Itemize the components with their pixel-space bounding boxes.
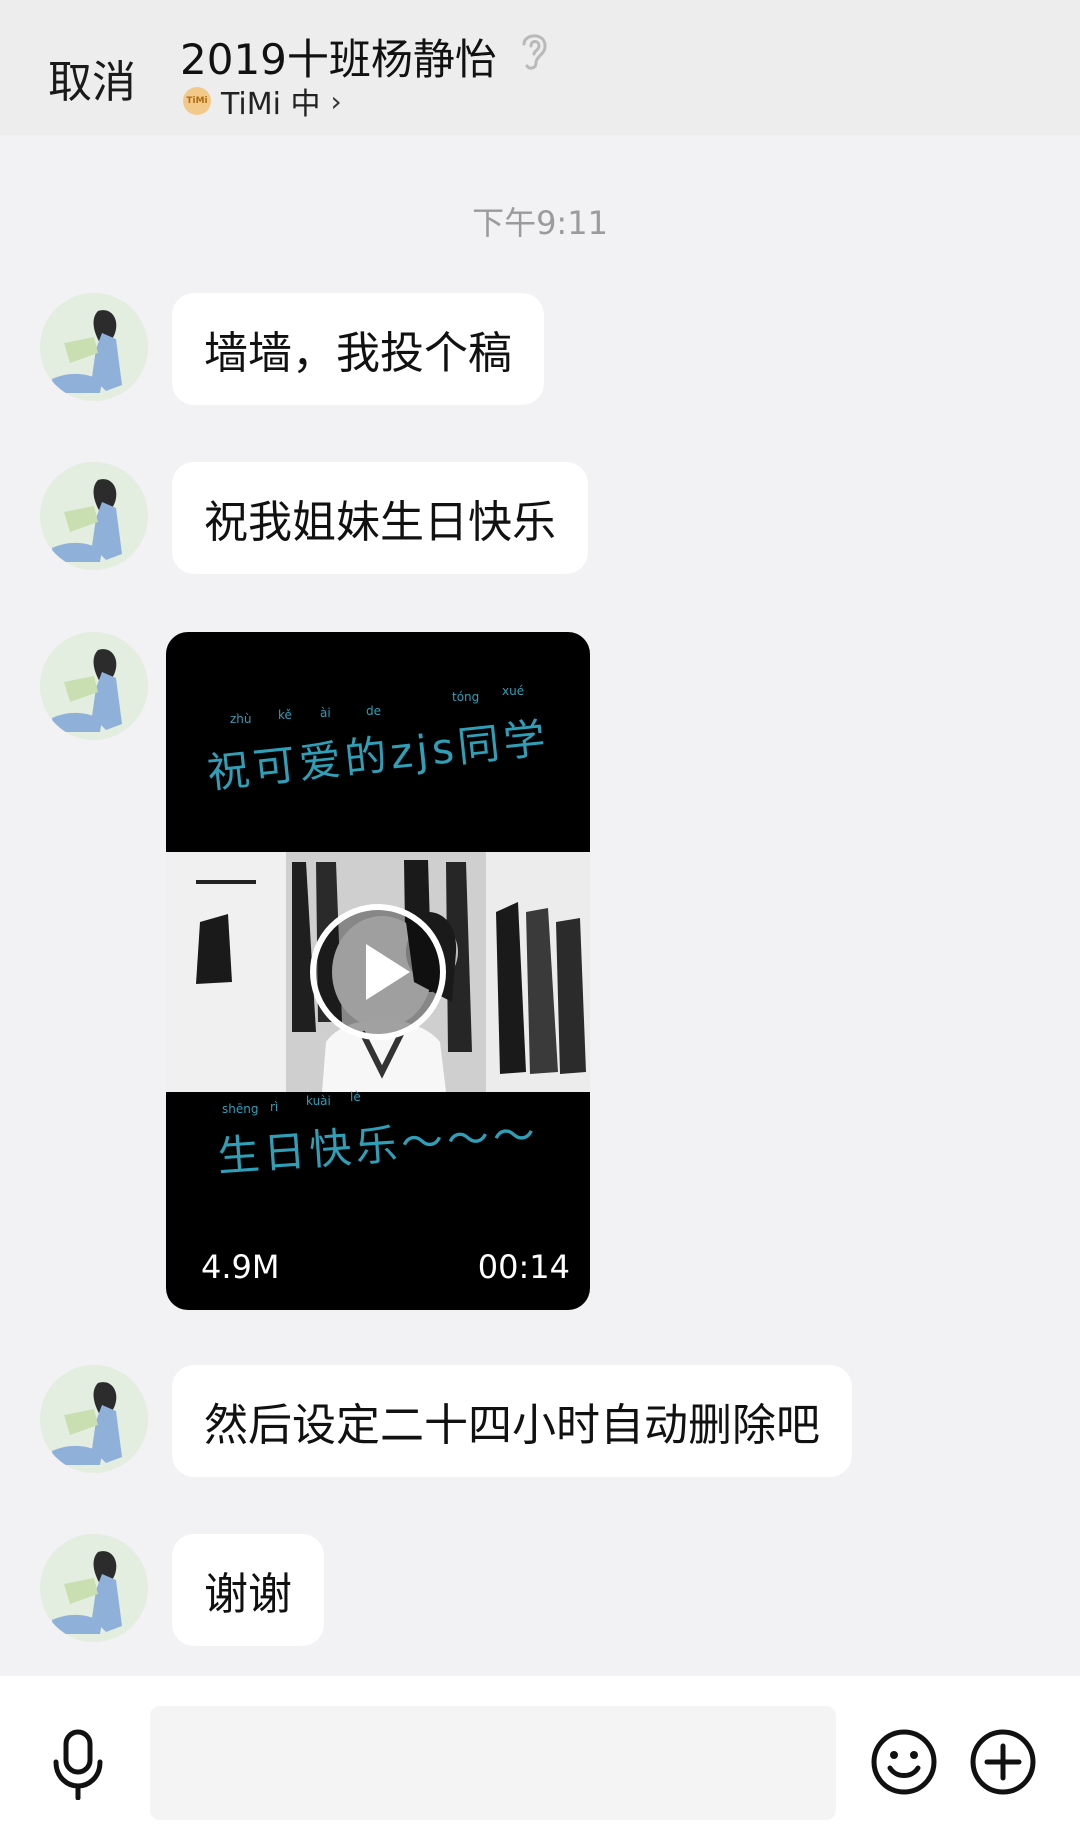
play-icon bbox=[366, 944, 410, 1000]
text-message-bubble[interactable]: 祝我姐妹生日快乐 bbox=[172, 462, 588, 574]
pinyin-label: rì bbox=[270, 1100, 279, 1114]
avatar[interactable] bbox=[40, 632, 148, 740]
play-button[interactable] bbox=[310, 904, 446, 1040]
chevron-right-icon: › bbox=[330, 84, 342, 118]
pinyin-label: ài bbox=[320, 706, 331, 720]
pinyin-label: xué bbox=[502, 684, 525, 698]
online-status[interactable]: TiMi TiMi 中 › bbox=[183, 84, 342, 122]
avatar[interactable] bbox=[40, 293, 148, 401]
text-message-bubble[interactable]: 墙墙，我投个稿 bbox=[172, 293, 544, 405]
video-file-size: 4.9M bbox=[201, 1248, 280, 1286]
cancel-button[interactable]: 取消 bbox=[48, 46, 136, 110]
chat-title[interactable]: 2019十班杨静怡 bbox=[180, 26, 497, 87]
message-timestamp: 下午9:11 bbox=[472, 204, 608, 242]
plus-icon[interactable] bbox=[969, 1728, 1037, 1796]
pinyin-label: kě bbox=[278, 708, 292, 722]
avatar[interactable] bbox=[40, 462, 148, 570]
chat-header: 取消 2019十班杨静怡 TiMi TiMi 中 › bbox=[0, 0, 1080, 135]
microphone-icon[interactable] bbox=[50, 1728, 106, 1800]
avatar[interactable] bbox=[40, 1365, 148, 1473]
ear-icon[interactable] bbox=[514, 28, 554, 72]
video-message[interactable]: zhù kě ài de tóng xué 祝可爱的zjs同学 shēng rì… bbox=[166, 632, 590, 1310]
emoji-icon[interactable] bbox=[870, 1728, 938, 1796]
text-message-bubble[interactable]: 然后设定二十四小时自动删除吧 bbox=[172, 1365, 852, 1477]
pinyin-label: de bbox=[366, 704, 381, 718]
pinyin-label: tóng bbox=[452, 690, 480, 704]
status-text: TiMi 中 bbox=[221, 87, 321, 122]
video-duration: 00:14 bbox=[477, 1248, 570, 1286]
pinyin-label: lè bbox=[350, 1090, 361, 1104]
timi-app-icon: TiMi bbox=[183, 87, 211, 115]
input-bar bbox=[0, 1676, 1080, 1843]
pinyin-label: shēng bbox=[222, 1102, 259, 1116]
message-input[interactable] bbox=[150, 1706, 836, 1820]
pinyin-label: kuài bbox=[306, 1094, 331, 1108]
text-message-bubble[interactable]: 谢谢 bbox=[172, 1534, 324, 1646]
avatar[interactable] bbox=[40, 1534, 148, 1642]
pinyin-label: zhù bbox=[230, 712, 252, 726]
